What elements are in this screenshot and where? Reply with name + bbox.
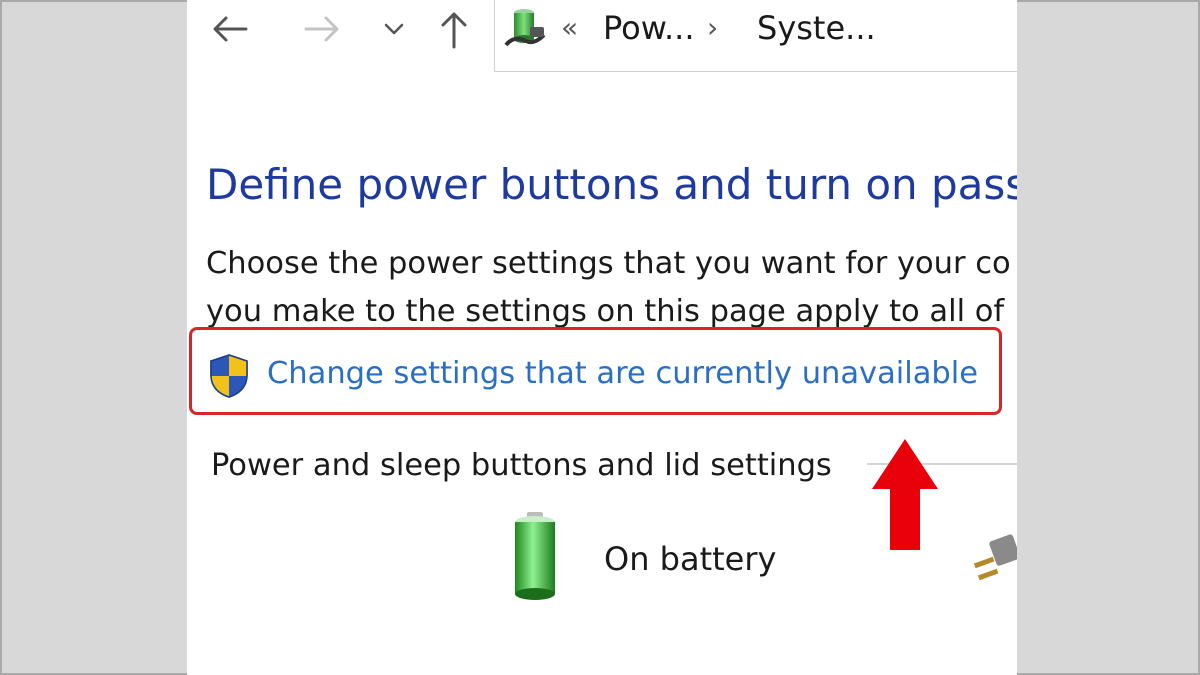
- red-arrow-annotation-icon: [872, 439, 938, 550]
- overflow-chevron-icon[interactable]: «: [561, 11, 578, 44]
- arrow-right-icon: [304, 16, 339, 42]
- battery-icon: [515, 512, 555, 600]
- back-button[interactable]: [207, 6, 253, 52]
- arrow-up-icon: [441, 12, 467, 49]
- change-settings-link[interactable]: Change settings that are currently unava…: [267, 356, 978, 391]
- breadcrumb-separator-icon[interactable]: ›: [707, 11, 718, 44]
- page-title: Define power buttons and turn on pass: [206, 160, 1017, 209]
- on-battery-label: On battery: [604, 540, 777, 578]
- chevron-down-icon: [384, 23, 404, 35]
- description-line-1: Choose the power settings that you want …: [206, 246, 1011, 281]
- breadcrumb-system-settings[interactable]: Syste...: [757, 9, 876, 47]
- arrow-left-icon: [213, 16, 248, 42]
- address-bar[interactable]: « Pow... › Syste...: [494, 0, 1017, 72]
- up-button[interactable]: [432, 6, 476, 52]
- recent-locations-button[interactable]: [377, 6, 411, 52]
- forward-button[interactable]: [299, 6, 345, 52]
- breadcrumb-power-options[interactable]: Pow...: [603, 9, 694, 47]
- uac-shield-icon: [210, 354, 248, 398]
- power-options-icon: [504, 9, 546, 47]
- section-label: Power and sleep buttons and lid settings: [211, 448, 832, 483]
- page-description: Choose the power settings that you want …: [206, 240, 1011, 336]
- control-panel-window: « Pow... › Syste... Define power buttons…: [187, 0, 1017, 675]
- plugged-in-icon: [973, 534, 1017, 581]
